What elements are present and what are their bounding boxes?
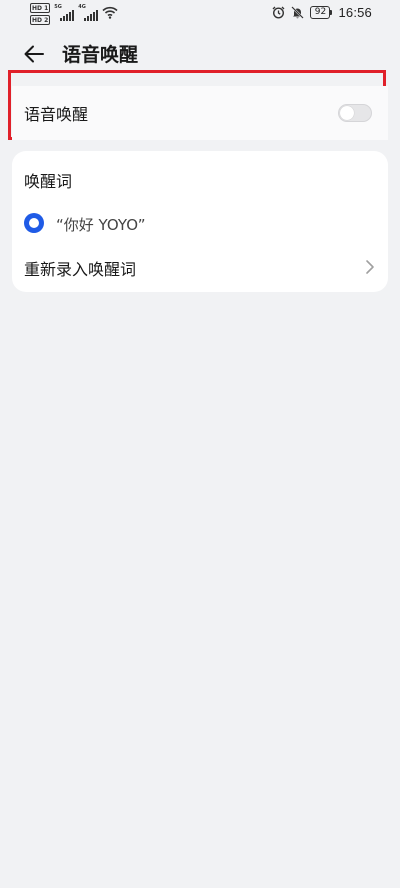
hd-badge-2: HD 2 bbox=[30, 15, 51, 25]
hd-badges: HD 1 HD 2 bbox=[30, 3, 51, 25]
signal-2-icon: 4G bbox=[78, 4, 99, 21]
chevron-right-icon bbox=[366, 260, 374, 274]
voice-wakeup-label: 语音唤醒 bbox=[24, 105, 89, 124]
hd-badge-1: HD 1 bbox=[30, 3, 51, 13]
wake-word-option-label: “你好 YOYO” bbox=[56, 216, 146, 234]
status-right: 92 16:56 bbox=[272, 5, 372, 20]
signal-1-icon: 5G bbox=[54, 4, 75, 21]
battery-icon: 92 bbox=[310, 6, 333, 19]
wake-word-section-title: 唤醒词 bbox=[24, 172, 73, 191]
switch-knob bbox=[340, 106, 354, 120]
status-left: HD 1 HD 2 5G 4G bbox=[30, 3, 118, 25]
voice-wakeup-toggle-row[interactable]: 语音唤醒 bbox=[12, 86, 388, 140]
mute-bell-icon bbox=[291, 6, 305, 19]
status-bar: HD 1 HD 2 5G 4G 92 16:56 bbox=[0, 0, 400, 28]
arrow-left-icon bbox=[24, 45, 44, 63]
voice-wakeup-switch[interactable] bbox=[338, 104, 372, 122]
wake-word-option[interactable]: “你好 YOYO” bbox=[12, 205, 388, 241]
rerecord-label: 重新录入唤醒词 bbox=[24, 260, 137, 279]
rerecord-wake-word-item[interactable]: 重新录入唤醒词 bbox=[12, 249, 388, 285]
back-button[interactable] bbox=[22, 42, 46, 66]
header: 语音唤醒 bbox=[0, 34, 400, 74]
wake-word-card: 唤醒词 “你好 YOYO” 重新录入唤醒词 bbox=[12, 151, 388, 292]
radio-selected-icon[interactable] bbox=[24, 213, 44, 233]
signal-2-gen: 4G bbox=[78, 4, 86, 10]
battery-level: 92 bbox=[310, 6, 331, 19]
signal-1-gen: 5G bbox=[54, 4, 62, 10]
wifi-icon bbox=[102, 6, 118, 19]
status-time: 16:56 bbox=[338, 5, 372, 20]
page-title: 语音唤醒 bbox=[62, 44, 139, 66]
alarm-icon bbox=[272, 6, 285, 19]
